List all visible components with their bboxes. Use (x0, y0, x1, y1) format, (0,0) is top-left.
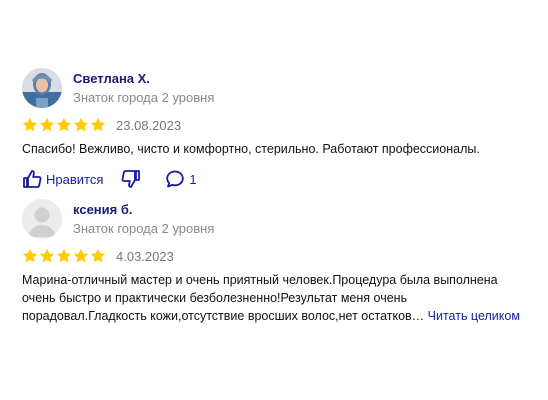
comments-count: 1 (189, 171, 197, 187)
review-date: 23.08.2023 (116, 117, 182, 133)
rating-row: 4.03.2023 (22, 245, 532, 267)
star-icon (73, 248, 89, 263)
review-text: Марина-отличный мастер и очень приятный … (22, 271, 532, 325)
review-text-body: Марина-отличный мастер и очень приятный … (22, 273, 498, 323)
star-icon (56, 248, 72, 263)
thumbs-down-icon (121, 170, 141, 188)
star-icon (56, 117, 72, 132)
star-icon (22, 248, 38, 263)
avatar[interactable] (22, 199, 62, 239)
star-icon (39, 117, 55, 132)
star-icon (90, 248, 106, 263)
star-icon (39, 248, 55, 263)
thumbs-up-icon (23, 170, 42, 188)
read-more-link[interactable]: Читать целиком (428, 309, 520, 323)
like-label: Нравится (46, 171, 104, 187)
review-card: Светлана Х. Знаток города 2 уровня 23.08… (22, 66, 532, 190)
review-header: ксения б. Знаток города 2 уровня (22, 197, 532, 241)
review-actions: Нравится 1 (22, 168, 532, 190)
default-avatar-icon (22, 199, 62, 239)
review-date: 4.03.2023 (116, 248, 174, 264)
star-icon (90, 117, 106, 132)
rating-row: 23.08.2023 (22, 114, 532, 136)
author-level: Знаток города 2 уровня (73, 220, 215, 236)
comments-button[interactable]: 1 (165, 169, 197, 189)
star-rating (22, 117, 106, 133)
dislike-button[interactable] (121, 169, 141, 189)
star-rating (22, 248, 106, 264)
avatar-photo-icon (22, 68, 62, 108)
comment-bubble-icon (166, 170, 185, 188)
review-text: Спасибо! Вежливо, чисто и комфортно, сте… (22, 142, 480, 156)
like-button[interactable]: Нравится (22, 169, 103, 189)
star-icon (73, 117, 89, 132)
review-header: Светлана Х. Знаток города 2 уровня (22, 66, 532, 110)
avatar[interactable] (22, 68, 62, 108)
review-card: ксения б. Знаток города 2 уровня 4.03.20… (22, 197, 532, 325)
star-icon (22, 117, 38, 132)
author-name[interactable]: Светлана Х. (73, 71, 214, 87)
author-level: Знаток города 2 уровня (73, 89, 215, 105)
author-name[interactable]: ксения б. (73, 202, 214, 218)
